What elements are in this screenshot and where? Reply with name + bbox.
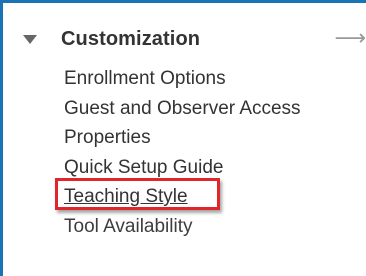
- menu-item-tool-availability[interactable]: Tool Availability: [64, 212, 301, 242]
- menu-link-quick-setup-guide[interactable]: Quick Setup Guide: [64, 157, 223, 178]
- customization-menu: Enrollment Options Guest and Observer Ac…: [55, 64, 301, 242]
- menu-item-guest-observer-access[interactable]: Guest and Observer Access: [64, 94, 301, 124]
- menu-link-tool-availability[interactable]: Tool Availability: [64, 216, 193, 237]
- section-title[interactable]: Customization: [61, 28, 200, 51]
- menu-link-enrollment-options[interactable]: Enrollment Options: [64, 68, 226, 89]
- highlight-box: [55, 178, 220, 210]
- section-header-customization[interactable]: Customization ⟶: [23, 25, 366, 53]
- menu-link-guest-observer-access[interactable]: Guest and Observer Access: [64, 98, 301, 119]
- menu-item-enrollment-options[interactable]: Enrollment Options: [64, 64, 301, 94]
- menu-item-teaching-style[interactable]: Teaching Style: [55, 178, 301, 212]
- customization-panel: Customization ⟶ Enrollment Options Guest…: [3, 3, 366, 276]
- right-arrow-icon[interactable]: ⟶: [334, 26, 366, 51]
- caret-down-icon[interactable]: [23, 35, 37, 44]
- menu-item-properties[interactable]: Properties: [64, 123, 301, 153]
- menu-link-properties[interactable]: Properties: [64, 127, 151, 148]
